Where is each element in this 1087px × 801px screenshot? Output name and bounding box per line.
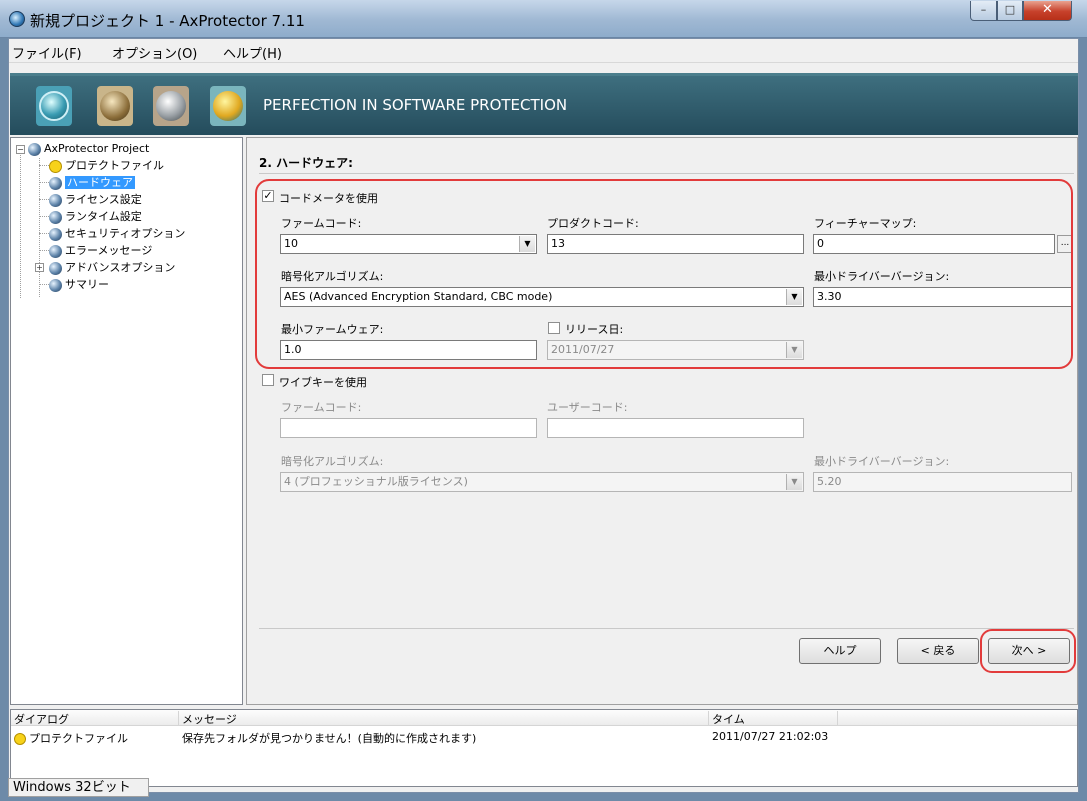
- project-icon: [28, 142, 41, 156]
- globe-icon: [49, 227, 62, 241]
- divider: [259, 173, 1074, 174]
- log-dialog-text: プロテクトファイル: [29, 732, 128, 745]
- log-row-message[interactable]: 保存先フォルダが見つかりません！(自動的に作成されます): [182, 730, 476, 746]
- use-wibukey-label: ワイブキーを使用: [279, 376, 367, 389]
- close-button[interactable]: ✕: [1023, 1, 1072, 21]
- menu-bar: ファイル(F) オプション(O) ヘルプ(H): [9, 39, 1078, 63]
- tree-item-error-messages[interactable]: エラーメッセージ: [49, 242, 152, 259]
- warning-icon: [14, 733, 26, 745]
- globe-icon: [49, 193, 62, 207]
- document-tool-button[interactable]: [97, 86, 133, 126]
- log-col-time[interactable]: タイム: [709, 711, 838, 726]
- codemeter-highlight: [255, 179, 1073, 369]
- tree-item-protect-file[interactable]: プロテクトファイル: [49, 157, 164, 174]
- banner-toolbar: PERFECTION IN SOFTWARE PROTECTION: [10, 73, 1078, 135]
- menu-file[interactable]: ファイル(F): [12, 43, 82, 62]
- hardware-page: 2. ハードウェア: ✓ コードメータを使用 ファームコード: 10 ▼ プロダ…: [246, 137, 1078, 705]
- wibu-user-code-input[interactable]: [547, 418, 804, 438]
- home-tool-button[interactable]: [36, 86, 72, 126]
- globe-icon: [49, 210, 62, 224]
- tree-item-runtime-settings[interactable]: ランタイム設定: [49, 208, 142, 225]
- page-title: 2. ハードウェア:: [259, 156, 353, 170]
- key-icon: [156, 91, 186, 121]
- wibu-user-code-label: ユーザーコード:: [547, 401, 628, 414]
- wibu-encryption-combo[interactable]: 4 (プロフェッショナル版ライセンス) ▼: [280, 472, 804, 492]
- menu-help[interactable]: ヘルプ(H): [223, 43, 282, 62]
- app-icon: [9, 11, 25, 27]
- settings-tool-button[interactable]: [210, 86, 246, 126]
- chevron-down-icon[interactable]: ▼: [786, 474, 802, 490]
- log-col-message[interactable]: メッセージ: [179, 711, 709, 726]
- log-col-dialog[interactable]: ダイアログ: [11, 711, 179, 726]
- wibu-min-driver-input[interactable]: 5.20: [813, 472, 1072, 492]
- globe-icon: [49, 176, 62, 190]
- status-platform: Windows 32ビット: [8, 778, 149, 797]
- tree-item-license-settings[interactable]: ライセンス設定: [49, 191, 142, 208]
- tree-item-security-options[interactable]: セキュリティオプション: [49, 225, 185, 242]
- maximize-button[interactable]: □: [997, 1, 1023, 21]
- divider: [259, 628, 1074, 629]
- gear-icon: [213, 91, 243, 121]
- menu-options[interactable]: オプション(O): [112, 43, 197, 62]
- document-icon: [100, 91, 130, 121]
- tree-collapse-toggle[interactable]: −: [16, 145, 25, 154]
- wibu-firm-code-input[interactable]: [280, 418, 537, 438]
- main-window: ファイル(F) オプション(O) ヘルプ(H) PERFECTION IN SO…: [8, 38, 1079, 793]
- tree-expand-toggle[interactable]: +: [35, 263, 44, 272]
- tree-item-advanced-options[interactable]: アドバンスオプション: [49, 259, 175, 276]
- tree-item-hardware[interactable]: ハードウェア: [49, 174, 135, 191]
- tree-item-summary[interactable]: サマリー: [49, 276, 109, 293]
- back-button[interactable]: < 戻る: [897, 638, 979, 664]
- warning-icon: [49, 159, 62, 173]
- use-wibukey-checkbox[interactable]: [262, 374, 274, 386]
- title-bar: 新規プロジェクト 1 - AxProtector 7.11 – □ ✕: [0, 0, 1087, 38]
- project-tree: − AxProtector Project プロテクトファイル ハードウェア ラ…: [10, 137, 243, 705]
- refresh-icon: [39, 91, 69, 121]
- globe-icon: [49, 244, 62, 258]
- minimize-button[interactable]: –: [970, 1, 997, 21]
- wibu-min-driver-label: 最小ドライバーバージョン:: [814, 455, 950, 468]
- wibu-encryption-value: 4 (プロフェッショナル版ライセンス): [284, 475, 468, 488]
- log-row-time[interactable]: 2011/07/27 21:02:03: [712, 730, 828, 743]
- window-title: 新規プロジェクト 1 - AxProtector 7.11: [30, 12, 305, 30]
- log-row-dialog[interactable]: プロテクトファイル: [14, 730, 128, 747]
- wibu-firm-code-label: ファームコード:: [281, 401, 362, 414]
- next-highlight: [980, 629, 1076, 673]
- key-tool-button[interactable]: [153, 86, 189, 126]
- banner-tagline: PERFECTION IN SOFTWARE PROTECTION: [263, 96, 568, 114]
- log-panel: ダイアログ メッセージ タイム プロテクトファイル 保存先フォルダが見つかりませ…: [10, 709, 1078, 787]
- tree-root[interactable]: AxProtector Project: [28, 140, 149, 157]
- globe-icon: [49, 278, 62, 292]
- help-button[interactable]: ヘルプ: [799, 638, 881, 664]
- wibu-encryption-label: 暗号化アルゴリズム:: [281, 455, 384, 468]
- log-header: ダイアログ メッセージ タイム: [11, 710, 1077, 726]
- globe-icon: [49, 261, 62, 275]
